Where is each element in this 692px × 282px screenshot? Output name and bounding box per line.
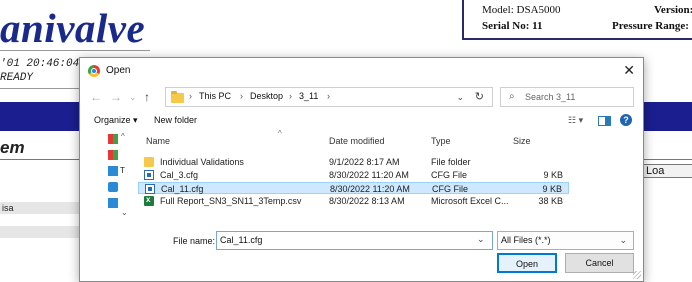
column-header-name[interactable]: Name — [146, 136, 170, 146]
search-icon: ⌕ — [509, 91, 515, 102]
column-header-row: Name ^ Date modified Type Size — [138, 129, 569, 148]
file-name: Full Report_SN3_SN11_3Temp.csv — [160, 196, 302, 206]
navigation-item-icon[interactable] — [108, 182, 118, 192]
pressure-range-label: Pressure Range: — [612, 20, 689, 32]
open-button[interactable]: Open — [497, 253, 557, 273]
nav-pane-label: T — [120, 166, 125, 175]
file-date: 8/30/2022 11:20 AM — [330, 184, 410, 194]
navigation-item-icon[interactable] — [108, 198, 118, 208]
file-date: 8/30/2022 8:13 AM — [329, 196, 405, 206]
column-header-size[interactable]: Size — [513, 136, 531, 146]
navigation-item-icon[interactable] — [108, 150, 118, 160]
file-name: Individual Validations — [160, 157, 244, 167]
refresh-icon[interactable]: ↻ — [475, 90, 484, 103]
command-bar: Organize ▾ New folder ☷ ▾ ? — [80, 110, 643, 132]
close-icon[interactable]: ✕ — [623, 62, 635, 79]
file-name: Cal_11.cfg — [161, 184, 204, 194]
forward-arrow-icon[interactable]: → — [110, 90, 122, 104]
file-name: Cal_3.cfg — [160, 170, 199, 180]
cfg-file-icon — [144, 170, 154, 180]
open-file-dialog: Open ✕ ← → ⌄ ↑ › This PC › Desktop › 3_1… — [79, 57, 644, 282]
serial-label: Serial No: 11 — [482, 20, 543, 32]
file-row[interactable]: Cal_3.cfg 8/30/2022 11:20 AM CFG File 9 … — [138, 169, 569, 181]
column-header-type[interactable]: Type — [431, 136, 451, 146]
navigation-item-icon[interactable] — [108, 166, 118, 176]
organize-button[interactable]: Organize ▾ — [94, 115, 138, 126]
navigation-bar: ← → ⌄ ↑ › This PC › Desktop › 3_11 › ⌄ ↻… — [80, 84, 643, 110]
navigation-pane[interactable]: ^ T ⌄ — [80, 132, 132, 224]
search-placeholder: Search 3_11 — [525, 92, 576, 102]
column-header-date[interactable]: Date modified — [329, 136, 385, 146]
address-bar[interactable]: › This PC › Desktop › 3_11 › ⌄ ↻ — [165, 87, 493, 107]
address-dropdown-chevron-icon[interactable]: ⌄ — [456, 92, 464, 103]
file-size: 9 KB — [542, 184, 562, 194]
device-info-panel: Model: DSA5000 Version: Serial No: 11 Pr… — [462, 0, 692, 40]
recent-locations-chevron-icon[interactable]: ⌄ — [129, 92, 137, 103]
file-type: Microsoft Excel C... — [431, 196, 509, 206]
folder-icon — [144, 157, 154, 167]
change-view-icon[interactable]: ☷ ▾ — [568, 115, 583, 126]
dialog-title: Open — [106, 65, 131, 76]
breadcrumb-separator-icon: › — [189, 91, 192, 101]
section-title: em — [0, 138, 25, 157]
app-logo: anivalve — [0, 5, 146, 51]
file-size: 9 KB — [543, 170, 563, 180]
up-arrow-icon[interactable]: ↑ — [144, 90, 150, 104]
file-row[interactable]: Full Report_SN3_SN11_3Temp.csv 8/30/2022… — [138, 195, 569, 207]
scroll-up-icon[interactable]: ^ — [121, 132, 125, 141]
file-size: 38 KB — [538, 196, 563, 206]
breadcrumb-3-11[interactable]: 3_11 — [299, 91, 318, 101]
file-name-input[interactable]: Cal_11.cfg — [216, 231, 493, 250]
chrome-icon — [88, 65, 100, 77]
file-row-selected[interactable]: Cal_11.cfg 8/30/2022 11:20 AM CFG File 9… — [138, 182, 569, 194]
file-type: CFG File — [432, 184, 468, 194]
file-name-dropdown-chevron-icon[interactable]: ⌄ — [477, 234, 485, 245]
breadcrumb-separator-icon: › — [240, 91, 243, 101]
model-label: Model: DSA5000 — [482, 4, 561, 16]
file-type-filter[interactable]: All Files (*.*) ⌄ — [497, 231, 634, 250]
back-arrow-icon[interactable]: ← — [90, 90, 102, 104]
help-icon[interactable]: ? — [620, 114, 632, 126]
divider — [0, 50, 150, 51]
breadcrumb-desktop[interactable]: Desktop — [250, 91, 283, 101]
breadcrumb-separator-icon: › — [289, 91, 292, 101]
sort-ascending-icon: ^ — [278, 129, 282, 138]
dialog-titlebar[interactable]: Open ✕ — [80, 58, 643, 84]
resize-grip-icon[interactable] — [633, 271, 641, 279]
scroll-down-icon[interactable]: ⌄ — [121, 208, 128, 217]
load-button[interactable]: Loa — [642, 164, 692, 178]
search-box[interactable]: ⌕ Search 3_11 — [500, 87, 634, 107]
breadcrumb-separator-icon: › — [327, 91, 330, 101]
cfg-file-icon — [145, 184, 155, 194]
file-type: CFG File — [431, 170, 467, 180]
preview-pane-icon[interactable] — [598, 116, 611, 126]
navigation-item-icon[interactable] — [108, 134, 118, 144]
new-folder-button[interactable]: New folder — [154, 115, 197, 125]
excel-icon — [144, 195, 154, 206]
file-name-label: File name: — [173, 236, 216, 246]
version-label: Version: — [654, 4, 692, 16]
breadcrumb-this-pc[interactable]: This PC — [199, 91, 231, 101]
file-date: 9/1/2022 8:17 AM — [329, 157, 400, 167]
chevron-down-icon: ⌄ — [619, 235, 627, 245]
folder-icon — [171, 91, 184, 103]
file-row[interactable]: Individual Validations 9/1/2022 8:17 AM … — [138, 156, 569, 168]
file-type: File folder — [431, 157, 471, 167]
status-text: READY — [0, 72, 34, 84]
datetime-readout: '01 20:46:04 — [0, 58, 80, 70]
cancel-button[interactable]: Cancel — [565, 253, 634, 273]
file-type-filter-value: All Files (*.*) — [501, 235, 551, 245]
file-date: 8/30/2022 11:20 AM — [329, 170, 409, 180]
